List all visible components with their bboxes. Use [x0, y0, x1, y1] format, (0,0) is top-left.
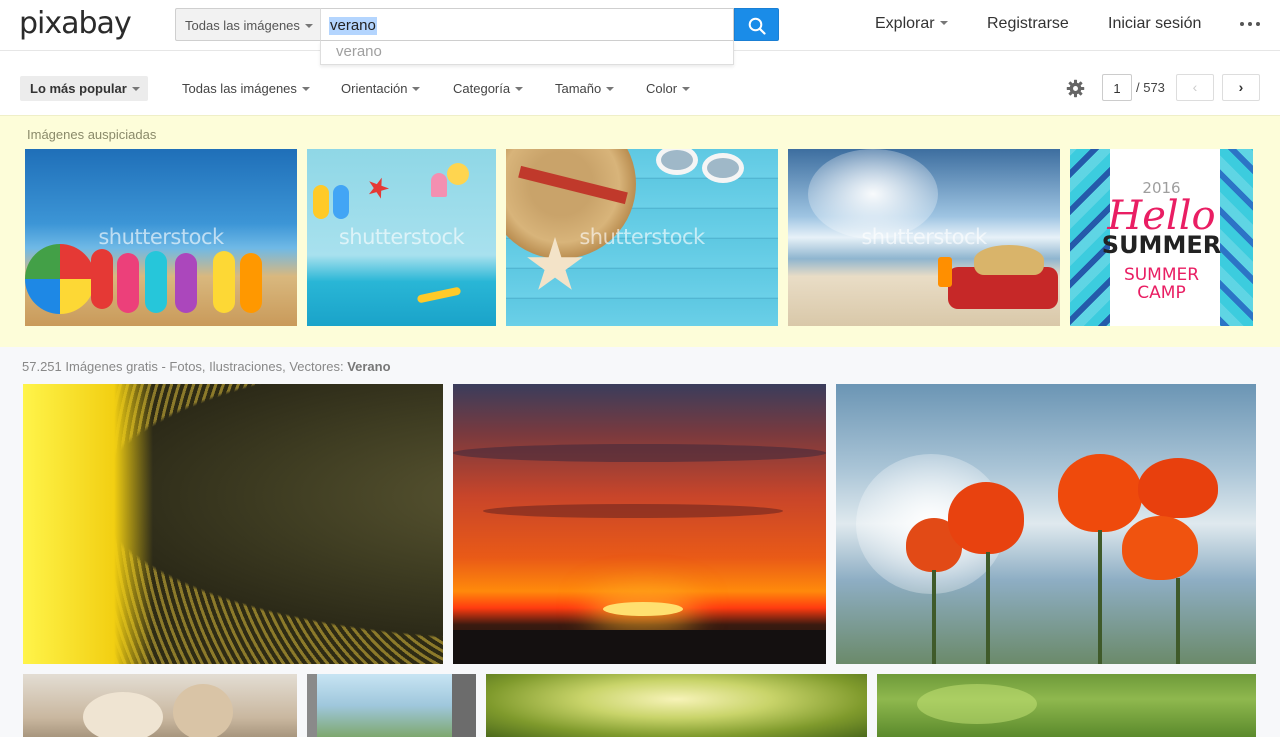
explore-menu[interactable]: Explorar — [875, 15, 948, 33]
filter-category[interactable]: Categoría — [453, 81, 524, 96]
explore-label: Explorar — [875, 15, 935, 32]
poster-camp-line1: SUMMER — [1123, 265, 1200, 285]
caret-down-icon — [131, 86, 140, 91]
filter-size-label: Tamaño — [555, 81, 602, 96]
filter-orientation-label: Orientación — [341, 81, 408, 96]
search-input[interactable]: verano — [320, 8, 734, 41]
search-input-value: verano — [329, 17, 377, 35]
sponsored-image-beach-towel[interactable]: shutterstock — [788, 149, 1060, 326]
watermark: shutterstock — [579, 225, 705, 249]
sort-popular-label: Lo más popular — [30, 81, 127, 96]
caret-down-icon — [412, 86, 421, 91]
watermark: shutterstock — [98, 225, 224, 249]
sponsored-image-hello-summer[interactable]: 2016 Hello SUMMER SUMMER CAMP — [1070, 149, 1253, 326]
sponsored-section: Imágenes auspiciadas shutterstock shutte… — [0, 115, 1280, 347]
caret-down-icon — [682, 86, 691, 91]
pixabay-logo[interactable]: pixabay — [19, 6, 132, 41]
caret-down-icon — [606, 86, 615, 91]
prev-page-button[interactable]: ‹ — [1176, 74, 1214, 101]
caret-down-icon — [939, 20, 948, 25]
caret-down-icon — [304, 23, 313, 28]
filter-image-type-label: Todas las imágenes — [182, 81, 297, 96]
sort-popular-dropdown[interactable]: Lo más popular — [20, 76, 148, 101]
filter-category-label: Categoría — [453, 81, 511, 96]
search-button[interactable] — [734, 8, 779, 41]
photo-seashells[interactable] — [23, 674, 297, 737]
gear-icon[interactable] — [1066, 79, 1085, 98]
poster-summer: SUMMER — [1101, 231, 1222, 259]
sponsored-image-beach-flipflops[interactable]: shutterstock — [25, 149, 297, 326]
photo-sunlit-forest[interactable] — [486, 674, 867, 737]
search-type-label: Todas las imágenes — [185, 18, 300, 33]
photo-sunflower[interactable] — [23, 384, 443, 664]
filter-image-type[interactable]: Todas las imágenes — [182, 81, 310, 96]
search-suggestion[interactable]: verano — [320, 41, 734, 65]
search-icon — [748, 17, 766, 35]
more-menu-icon[interactable] — [1240, 22, 1262, 28]
caret-down-icon — [515, 86, 524, 91]
caret-down-icon — [301, 86, 310, 91]
filter-orientation[interactable]: Orientación — [341, 81, 421, 96]
search-type-dropdown[interactable]: Todas las imágenes — [175, 8, 321, 41]
poster-camp-line2: CAMP — [1137, 283, 1186, 303]
sponsored-label: Imágenes auspiciadas — [27, 127, 157, 142]
watermark: shutterstock — [338, 225, 465, 249]
next-page-button[interactable]: › — [1222, 74, 1260, 101]
filter-size[interactable]: Tamaño — [555, 81, 615, 96]
results-query: Verano — [347, 359, 391, 374]
photo-poppies[interactable] — [836, 384, 1256, 664]
login-link[interactable]: Iniciar sesión — [1108, 15, 1201, 33]
filter-color[interactable]: Color — [646, 81, 691, 96]
search-bar: Todas las imágenes verano — [175, 8, 779, 41]
photo-green-leaves[interactable] — [877, 674, 1256, 737]
page-total: / 573 — [1136, 80, 1165, 95]
register-link[interactable]: Registrarse — [987, 15, 1069, 33]
sponsored-image-summer-illustration[interactable]: shutterstock — [307, 149, 496, 326]
page-number-input[interactable]: 1 — [1102, 74, 1132, 101]
photo-window-view[interactable] — [307, 674, 476, 737]
sponsored-image-hat-starfish[interactable]: shutterstock — [506, 149, 778, 326]
results-count: 57.251 Imágenes gratis - Fotos, Ilustrac… — [22, 359, 391, 374]
photo-sunset[interactable] — [453, 384, 826, 664]
watermark: shutterstock — [861, 225, 987, 249]
filter-color-label: Color — [646, 81, 678, 96]
results-count-text: 57.251 Imágenes gratis - Fotos, Ilustrac… — [22, 359, 344, 374]
